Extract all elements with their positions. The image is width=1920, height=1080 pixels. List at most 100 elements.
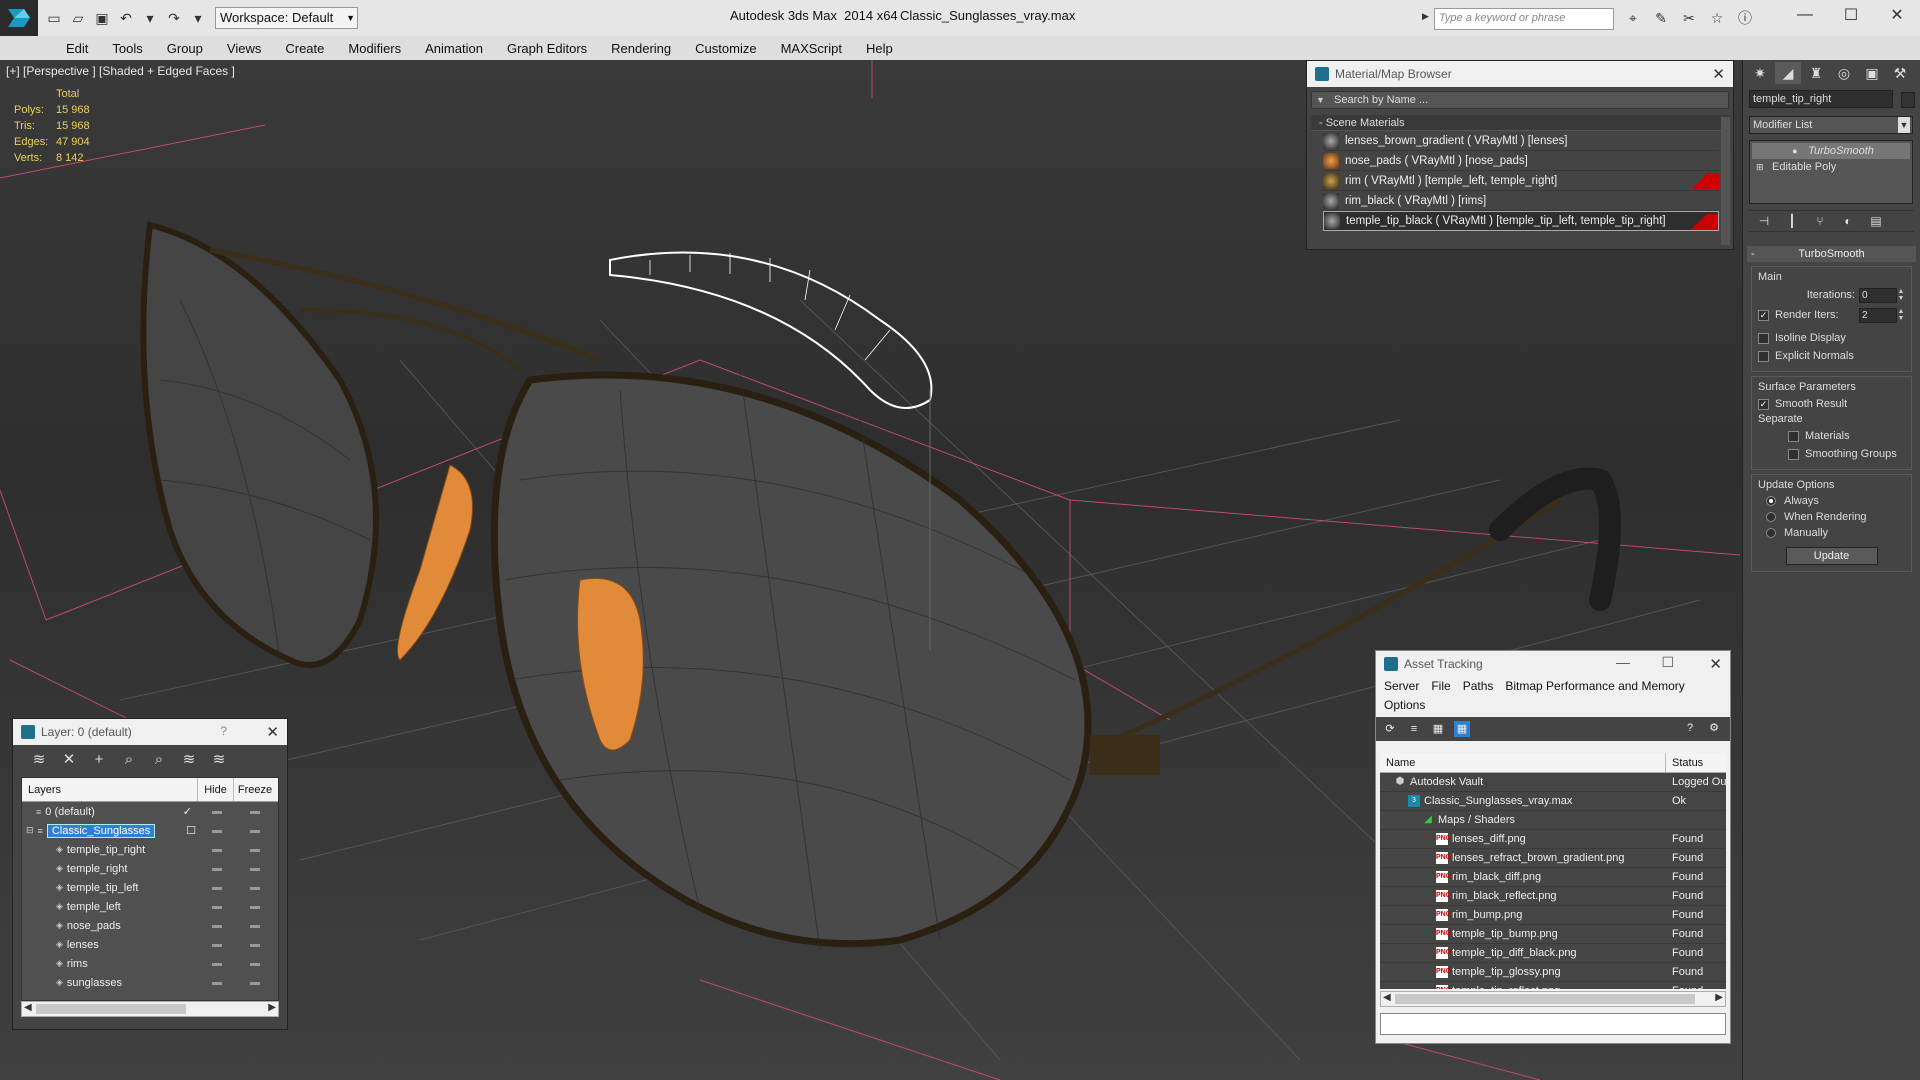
open-file-icon[interactable]: ▱ [68,8,88,28]
freeze-toggle[interactable]: ▬ [236,825,274,836]
settings-icon[interactable]: ⚙ [1706,720,1722,736]
asset-menu-server[interactable]: Server [1384,677,1419,696]
asset-horizontal-scrollbar[interactable]: ◀ ▶ [1380,991,1726,1007]
turbosmooth-rollout[interactable]: TurboSmooth [1747,246,1916,262]
menu-create[interactable]: Create [273,41,336,56]
refresh-icon[interactable]: ⟳ [1382,721,1398,737]
isoline-checkbox[interactable] [1758,332,1769,344]
hide-toggle[interactable]: ▬ [198,958,236,969]
menu-tools[interactable]: Tools [100,41,154,56]
object-name-input[interactable]: temple_tip_right [1749,90,1893,108]
render-iters-checkbox[interactable]: ✓ [1758,309,1769,321]
asset-row[interactable]: PNG temple_tip_bump.png Found [1380,925,1726,944]
manually-radio[interactable] [1766,528,1776,538]
pin-stack-icon[interactable]: ⊣ [1755,214,1773,228]
new-file-icon[interactable]: ▭ [44,8,64,28]
scroll-right-icon[interactable]: ▶ [268,1002,276,1013]
material-item-selected[interactable]: temple_tip_black ( VRayMtl ) [temple_tip… [1323,211,1719,231]
hide-toggle[interactable]: ▬ [198,901,236,912]
freeze-all-layers-icon[interactable]: ≋ [209,750,229,768]
col-freeze[interactable]: Freeze [234,784,276,796]
spinner-arrows-icon[interactable]: ▲ ▼ [1897,308,1905,322]
delete-layer-icon[interactable]: ✕ [59,750,79,768]
asset-menu-paths[interactable]: Paths [1463,677,1494,696]
layer-object-row[interactable]: ◈ temple_tip_left ▬ ▬ [22,878,278,897]
scroll-left-icon[interactable]: ◀ [1383,992,1391,1003]
asset-row[interactable]: ◢ Maps / Shaders [1380,811,1726,830]
communication-icon[interactable]: ✎ [1650,8,1672,28]
hide-toggle[interactable]: ▬ [198,939,236,950]
freeze-toggle[interactable]: ▬ [236,958,274,969]
menu-edit[interactable]: Edit [54,41,100,56]
always-radio[interactable] [1766,496,1776,506]
smooth-result-checkbox[interactable]: ✓ [1758,398,1769,410]
create-tab-icon[interactable]: ✷ [1747,62,1773,84]
hide-toggle[interactable]: ▬ [198,863,236,874]
iterations-spinner[interactable]: 0 [1859,287,1897,303]
col-status[interactable]: Status [1666,757,1703,769]
layer-object-row[interactable]: ◈ temple_left ▬ ▬ [22,897,278,916]
highlight-layer-icon[interactable]: ⌕ [149,751,169,768]
col-layers[interactable]: Layers [22,778,198,801]
layer-manager-titlebar[interactable]: Layer: 0 (default) ? ✕ [13,719,287,745]
asset-path-field[interactable] [1380,1013,1726,1035]
minimize-icon[interactable]: — [1616,654,1630,670]
freeze-toggle[interactable]: ▬ [236,901,274,912]
layer-horizontal-scrollbar[interactable]: ◀ ▶ [21,1001,279,1017]
hide-toggle[interactable]: ▬ [198,977,236,988]
layer-object-row[interactable]: ◈ lenses ▬ ▬ [22,935,278,954]
configure-sets-icon[interactable]: ▤ [1867,214,1885,228]
asset-row[interactable]: PNG lenses_diff.png Found [1380,830,1726,849]
material-item[interactable]: rim_black ( VRayMtl ) [rims] [1323,191,1719,211]
close-icon[interactable]: ✕ [1712,65,1725,83]
smoothing-groups-checkbox[interactable] [1788,448,1799,460]
spinner-arrows-icon[interactable]: ▲ ▼ [1897,288,1905,302]
menu-group[interactable]: Group [155,41,215,56]
hide-toggle[interactable]: ▬ [198,920,236,931]
detail-view-icon[interactable]: ▦ [1430,721,1446,737]
layer-row-selected[interactable]: ⊟ ≡ Classic_Sunglasses ☐ ▬ ▬ [22,821,278,840]
freeze-toggle[interactable]: ▬ [236,882,274,893]
freeze-toggle[interactable]: ▬ [236,920,274,931]
asset-menu-bitmap-performance[interactable]: Bitmap Performance and Memory [1505,677,1684,696]
layer-row[interactable]: ≡ 0 (default) ✓ ▬ ▬ [22,802,278,821]
material-browser-titlebar[interactable]: Material/Map Browser ✕ [1307,61,1733,87]
materials-checkbox[interactable] [1788,430,1799,442]
col-name[interactable]: Name [1380,753,1666,772]
freeze-toggle[interactable]: ▬ [236,939,274,950]
redo-dropdown-icon[interactable]: ▾ [188,8,208,28]
asset-row[interactable]: 3 Classic_Sunglasses_vray.max Ok [1380,792,1726,811]
undo-dropdown-icon[interactable]: ▾ [140,8,160,28]
close-icon[interactable]: ✕ [1874,0,1920,30]
menu-views[interactable]: Views [215,41,273,56]
menu-customize[interactable]: Customize [683,41,768,56]
current-layer-icon[interactable]: ☐ [186,824,196,837]
viewport-label[interactable]: [+] [Perspective ] [Shaded + Edged Faces… [6,64,235,78]
keyword-search-input[interactable]: Type a keyword or phrase [1434,8,1614,30]
lightbulb-icon[interactable]: ● [1792,146,1802,156]
asset-tracking-titlebar[interactable]: Asset Tracking — ☐ ✕ [1376,651,1730,677]
asset-row[interactable]: PNG rim_bump.png Found [1380,906,1726,925]
material-item[interactable]: nose_pads ( VRayMtl ) [nose_pads] [1323,151,1719,171]
menu-help[interactable]: Help [854,41,905,56]
object-color-swatch[interactable] [1901,92,1915,108]
asset-row[interactable]: PNG temple_tip_glossy.png Found [1380,963,1726,982]
freeze-toggle[interactable]: ▬ [236,863,274,874]
material-item[interactable]: rim ( VRayMtl ) [temple_left, temple_rig… [1323,171,1719,191]
help-icon[interactable]: ? [1682,720,1698,736]
close-icon[interactable]: ✕ [1709,655,1722,673]
when-rendering-radio[interactable] [1766,512,1776,522]
freeze-toggle[interactable]: ▬ [236,977,274,988]
search-expand-icon[interactable]: ▶ [1422,11,1429,22]
scroll-thumb[interactable] [1395,994,1695,1004]
menu-animation[interactable]: Animation [413,41,495,56]
close-icon[interactable]: ✕ [266,723,279,741]
expand-plus-icon[interactable]: ⊞ [1756,162,1766,173]
hide-all-layers-icon[interactable]: ≋ [179,750,199,768]
render-iters-spinner[interactable]: 2 [1859,307,1897,323]
scroll-right-icon[interactable]: ▶ [1715,992,1723,1003]
material-search-input[interactable]: Search by Name ... [1311,91,1729,109]
scene-materials-group[interactable]: - Scene Materials [1311,115,1729,131]
update-button[interactable]: Update [1785,547,1878,565]
asset-row[interactable]: PNG temple_tip_diff_black.png Found [1380,944,1726,963]
